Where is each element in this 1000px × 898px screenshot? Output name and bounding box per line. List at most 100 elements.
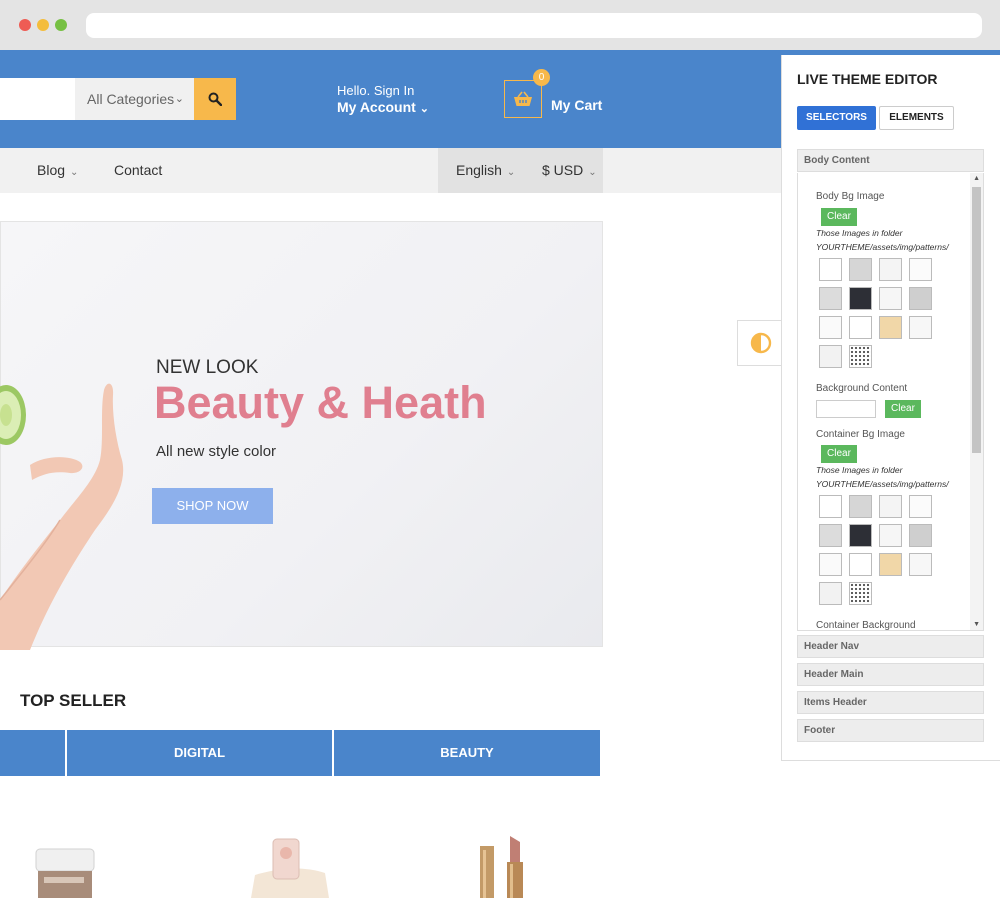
scrollbar[interactable]: ▲ ▼ — [970, 173, 983, 630]
currency-select[interactable]: $ USD ⌄ — [542, 148, 597, 195]
search-input[interactable] — [0, 78, 75, 120]
folder-path-line: YOURTHEME/assets/img/patterns/ — [816, 242, 949, 252]
container-background-label: Container Background — [816, 620, 916, 631]
contrast-icon — [750, 332, 771, 354]
pattern-swatch[interactable] — [879, 553, 902, 576]
category-select[interactable]: All Categories ⌄ — [75, 78, 194, 120]
section-footer[interactable]: Footer — [797, 719, 984, 742]
chevron-down-icon: ⌄ — [506, 167, 516, 178]
product-cream-jar-image[interactable] — [30, 845, 100, 898]
pattern-swatch[interactable] — [909, 258, 932, 281]
address-bar[interactable] — [86, 13, 982, 38]
background-content-input[interactable] — [816, 400, 876, 418]
pattern-swatch[interactable] — [849, 495, 872, 518]
tab-selectors[interactable]: SELECTORS — [797, 106, 876, 130]
pattern-swatch[interactable] — [819, 316, 842, 339]
folder-hint: Those Images in folder YOURTHEME/assets/… — [816, 226, 949, 254]
pattern-swatch[interactable] — [879, 524, 902, 547]
theme-editor-toggle[interactable] — [737, 320, 783, 366]
basket-icon — [514, 91, 532, 106]
pattern-swatch[interactable] — [849, 316, 872, 339]
scroll-down-icon[interactable]: ▼ — [973, 621, 980, 628]
live-theme-editor-panel: LIVE THEME EDITOR SELECTORS ELEMENTS Bod… — [781, 55, 1000, 761]
search-button[interactable] — [194, 78, 236, 120]
close-window-dot[interactable] — [19, 19, 31, 31]
account-label: My Account — [337, 99, 416, 115]
language-label: English — [456, 162, 502, 178]
pattern-swatch[interactable] — [849, 524, 872, 547]
cart-count-badge: 0 — [533, 69, 550, 86]
nav-item-blog[interactable]: Blog ⌄ — [37, 148, 78, 195]
body-bg-image-label: Body Bg Image — [816, 191, 885, 202]
product-cream-tube-image[interactable] — [245, 835, 335, 898]
pattern-swatch[interactable] — [909, 287, 932, 310]
cart-label[interactable]: My Cart — [551, 97, 602, 113]
pattern-swatch[interactable] — [819, 258, 842, 281]
browser-chrome — [0, 0, 1000, 50]
folder-hint: Those Images in folder YOURTHEME/assets/… — [816, 463, 949, 491]
account-menu[interactable]: Hello. Sign In My Account ⌄ — [337, 83, 429, 115]
top-seller-title: TOP SELLER — [20, 691, 127, 710]
chevron-down-icon: ⌄ — [419, 103, 429, 115]
pattern-swatch[interactable] — [879, 287, 902, 310]
search-icon — [208, 92, 222, 106]
pattern-swatch[interactable] — [879, 495, 902, 518]
category-tabs: DIGITAL BEAUTY — [0, 730, 600, 776]
hand-cucumber-image — [0, 383, 124, 650]
section-header-nav[interactable]: Header Nav — [797, 635, 984, 658]
clear-button[interactable]: Clear — [885, 400, 921, 418]
nav-item-contact[interactable]: Contact — [114, 148, 162, 193]
pattern-swatch[interactable] — [849, 287, 872, 310]
scrollbar-thumb[interactable] — [972, 187, 981, 453]
section-items-header[interactable]: Items Header — [797, 691, 984, 714]
chevron-down-icon: ⌄ — [174, 93, 184, 105]
maximize-window-dot[interactable] — [55, 19, 67, 31]
pattern-swatch[interactable] — [819, 553, 842, 576]
minimize-window-dot[interactable] — [37, 19, 49, 31]
hero-subline: All new style color — [156, 443, 277, 460]
pattern-swatch[interactable] — [819, 524, 842, 547]
pattern-swatch[interactable] — [909, 553, 932, 576]
pattern-swatch[interactable] — [819, 287, 842, 310]
pattern-swatch[interactable] — [849, 345, 872, 368]
section-body-content[interactable]: Body Content — [797, 149, 984, 172]
pattern-swatch[interactable] — [909, 316, 932, 339]
chevron-down-icon: ⌄ — [70, 167, 79, 178]
container-bg-image-label: Container Bg Image — [816, 429, 905, 440]
clear-button[interactable]: Clear — [821, 445, 857, 463]
web-page: All Categories ⌄ Hello. Sign In My Accou… — [0, 50, 1000, 898]
hero-kicker: NEW LOOK — [156, 357, 259, 378]
scroll-up-icon[interactable]: ▲ — [973, 175, 980, 182]
folder-hint-line: Those Images in folder — [816, 465, 903, 475]
tab-digital[interactable]: DIGITAL — [67, 730, 332, 776]
product-lipstick-image[interactable] — [476, 832, 536, 898]
nav-blog-label: Blog — [37, 162, 66, 178]
pattern-swatch[interactable] — [849, 553, 872, 576]
folder-path-line: YOURTHEME/assets/img/patterns/ — [816, 479, 949, 489]
pattern-swatch[interactable] — [819, 345, 842, 368]
editor-title: LIVE THEME EDITOR — [797, 71, 938, 87]
pattern-swatch[interactable] — [909, 495, 932, 518]
pattern-swatch[interactable] — [879, 316, 902, 339]
currency-label: $ USD — [542, 162, 584, 178]
pattern-swatch[interactable] — [819, 582, 842, 605]
pattern-swatch[interactable] — [909, 524, 932, 547]
pattern-swatch[interactable] — [819, 495, 842, 518]
tab-elements[interactable]: ELEMENTS — [879, 106, 954, 130]
account-greeting: Hello. Sign In — [337, 83, 415, 98]
category-select-label: All Categories — [87, 91, 175, 107]
section-header-main[interactable]: Header Main — [797, 663, 984, 686]
shop-now-button[interactable]: SHOP NOW — [152, 488, 273, 524]
background-content-label: Background Content — [816, 383, 908, 394]
locale-switchers: English ⌄ $ USD ⌄ — [438, 148, 603, 193]
clear-button[interactable]: Clear — [821, 208, 857, 226]
cart-button[interactable] — [504, 80, 542, 118]
pattern-swatch[interactable] — [849, 582, 872, 605]
tab-beauty[interactable]: BEAUTY — [334, 730, 600, 776]
hero-headline: Beauty & Heath — [154, 377, 487, 428]
pattern-swatch[interactable] — [849, 258, 872, 281]
pattern-swatch[interactable] — [879, 258, 902, 281]
chevron-down-icon: ⌄ — [588, 167, 597, 178]
language-select[interactable]: English ⌄ — [456, 148, 515, 195]
body-content-options: ▲ ▼ Body Bg Image Clear Those Images in … — [797, 173, 984, 631]
